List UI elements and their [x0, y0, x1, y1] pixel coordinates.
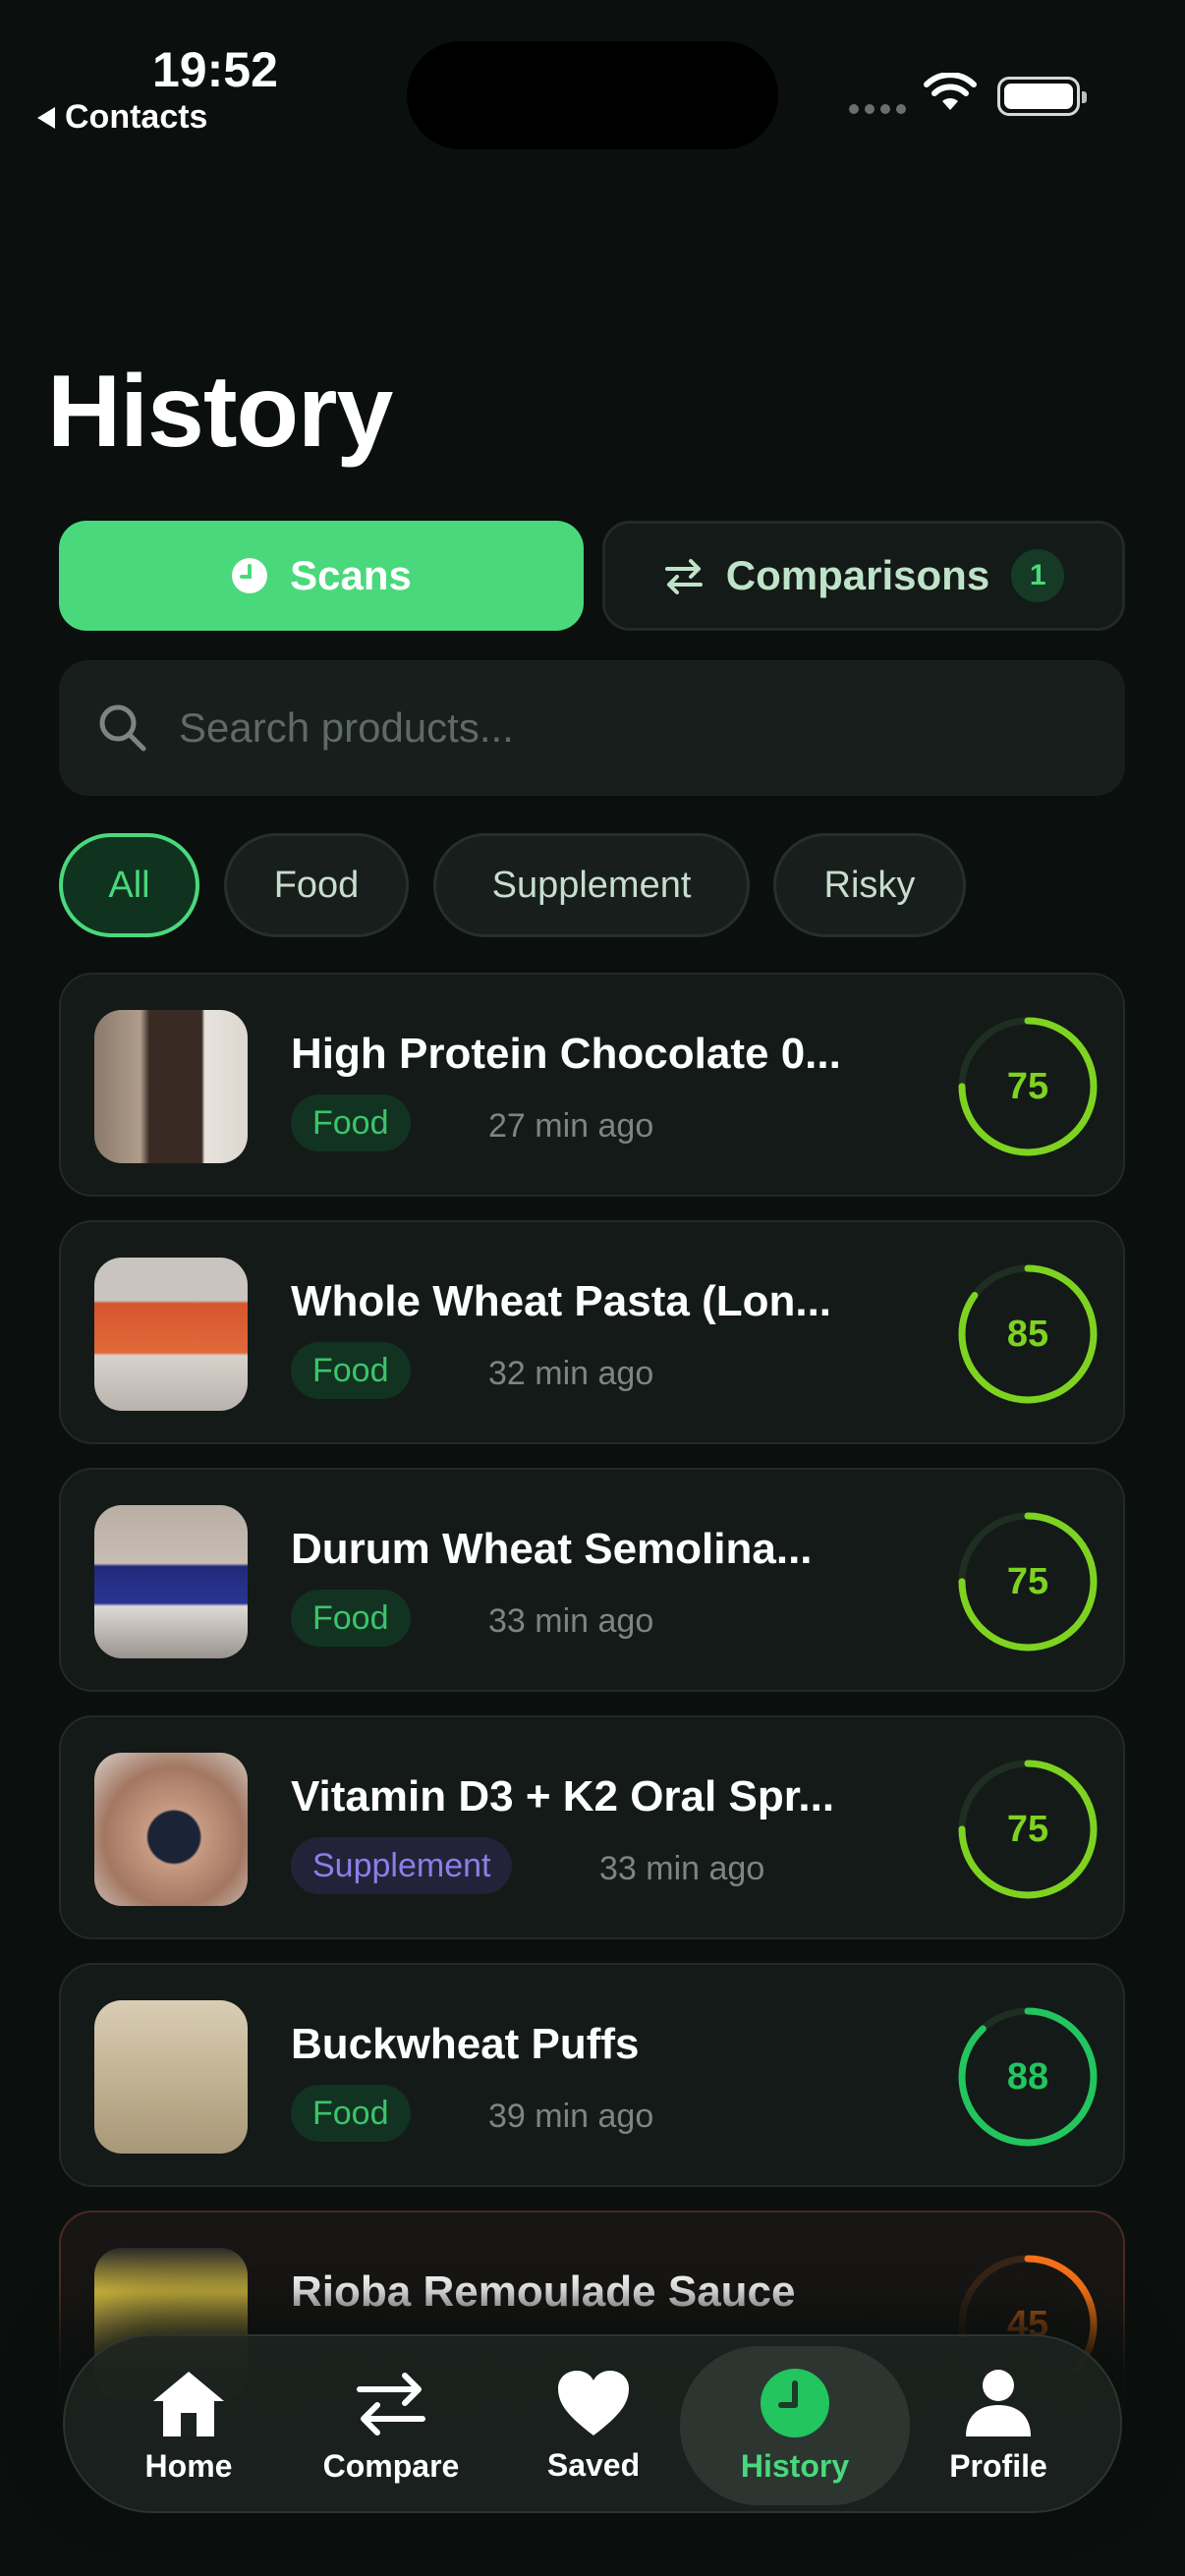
- product-thumbnail: [94, 1753, 248, 1906]
- score-value: 75: [1006, 1065, 1049, 1107]
- nav-label: History: [740, 2447, 850, 2484]
- clock-icon: [761, 2368, 829, 2437]
- score-value: 85: [1006, 1313, 1049, 1355]
- comparisons-count-badge: 1: [1011, 549, 1065, 602]
- nav-home[interactable]: Home: [94, 2336, 283, 2515]
- home-icon: [153, 2371, 224, 2436]
- nav-label: Compare: [322, 2447, 460, 2484]
- battery-icon: [997, 77, 1087, 116]
- product-name: High Protein Chocolate 0...: [291, 1030, 841, 1078]
- category-badge: Food: [291, 2085, 411, 2142]
- score-ring: 75: [955, 1014, 1100, 1159]
- scan-time: 32 min ago: [488, 1355, 654, 1392]
- scan-history-card[interactable]: Vitamin D3 + K2 Oral Spr... Supplement 3…: [59, 1715, 1125, 1939]
- nav-label: Saved: [546, 2446, 641, 2483]
- score-ring: 75: [955, 1509, 1100, 1654]
- back-triangle-icon: [37, 106, 55, 129]
- nav-label: Home: [144, 2447, 233, 2484]
- page-title: History: [47, 355, 393, 469]
- bottom-tab-bar: Home Compare Saved History Profile: [63, 2334, 1122, 2513]
- product-name: Buckwheat Puffs: [291, 2020, 640, 2068]
- product-thumbnail: [94, 2000, 248, 2154]
- filter-chip-supplement[interactable]: Supplement: [433, 833, 750, 937]
- cellular-signal-icon: [849, 104, 906, 114]
- score-ring: 85: [955, 1261, 1100, 1407]
- category-badge: Food: [291, 1094, 411, 1151]
- score-value: 88: [1006, 2055, 1049, 2098]
- scan-time: 39 min ago: [488, 2098, 654, 2135]
- score-ring: 88: [955, 2004, 1100, 2150]
- score-ring: 75: [955, 1757, 1100, 1902]
- heart-icon: [558, 2370, 629, 2436]
- nav-compare[interactable]: Compare: [297, 2336, 485, 2515]
- person-icon: [966, 2369, 1031, 2436]
- category-badge: Supplement: [291, 1837, 513, 1894]
- filter-chip-label: Food: [273, 864, 360, 906]
- search-input[interactable]: [179, 704, 1063, 752]
- category-badge: Food: [291, 1590, 411, 1647]
- filter-chip-label: All: [108, 864, 150, 906]
- back-to-contacts-link[interactable]: Contacts: [37, 98, 207, 137]
- back-label: Contacts: [65, 98, 208, 136]
- status-time: 19:52: [152, 42, 278, 97]
- product-name: Vitamin D3 + K2 Oral Spr...: [291, 1772, 835, 1820]
- scan-time: 33 min ago: [488, 1602, 654, 1640]
- nav-saved[interactable]: Saved: [499, 2336, 688, 2515]
- scan-time: 33 min ago: [599, 1850, 765, 1887]
- nav-label: Profile: [949, 2447, 1047, 2484]
- swap-arrows-icon: [664, 559, 703, 594]
- search-icon: [99, 704, 146, 752]
- tab-scans-label: Scans: [290, 552, 412, 598]
- tab-comparisons-label: Comparisons: [725, 552, 990, 598]
- filter-chip-risky[interactable]: Risky: [773, 833, 966, 937]
- tab-comparisons[interactable]: Comparisons 1: [602, 521, 1125, 631]
- nav-profile[interactable]: Profile: [904, 2336, 1093, 2515]
- product-thumbnail: [94, 1258, 248, 1411]
- scan-history-card[interactable]: Durum Wheat Semolina... Food 33 min ago …: [59, 1468, 1125, 1692]
- filter-chip-label: Risky: [823, 864, 916, 906]
- category-badge: Food: [291, 1342, 411, 1399]
- scan-history-card[interactable]: High Protein Chocolate 0... Food 27 min …: [59, 973, 1125, 1197]
- product-thumbnail: [94, 1505, 248, 1658]
- tab-scans[interactable]: Scans: [59, 521, 584, 631]
- dynamic-island: [407, 41, 778, 149]
- scan-time: 27 min ago: [488, 1107, 654, 1145]
- filter-chip-all[interactable]: All: [59, 833, 199, 937]
- filter-chip-label: Supplement: [491, 864, 692, 906]
- swap-arrows-icon: [357, 2372, 425, 2436]
- filter-chip-food[interactable]: Food: [224, 833, 409, 937]
- clock-icon: [232, 558, 268, 593]
- product-thumbnail: [94, 1010, 248, 1163]
- scan-history-card[interactable]: Whole Wheat Pasta (Lon... Food 32 min ag…: [59, 1220, 1125, 1444]
- product-name: Whole Wheat Pasta (Lon...: [291, 1277, 832, 1325]
- score-value: 75: [1006, 1808, 1049, 1850]
- product-name: Durum Wheat Semolina...: [291, 1525, 813, 1573]
- wifi-icon: [924, 73, 977, 110]
- search-bar[interactable]: [59, 660, 1125, 796]
- scan-history-card[interactable]: Buckwheat Puffs Food 39 min ago 88: [59, 1963, 1125, 2187]
- score-value: 75: [1006, 1560, 1049, 1602]
- nav-history[interactable]: History: [680, 2346, 910, 2505]
